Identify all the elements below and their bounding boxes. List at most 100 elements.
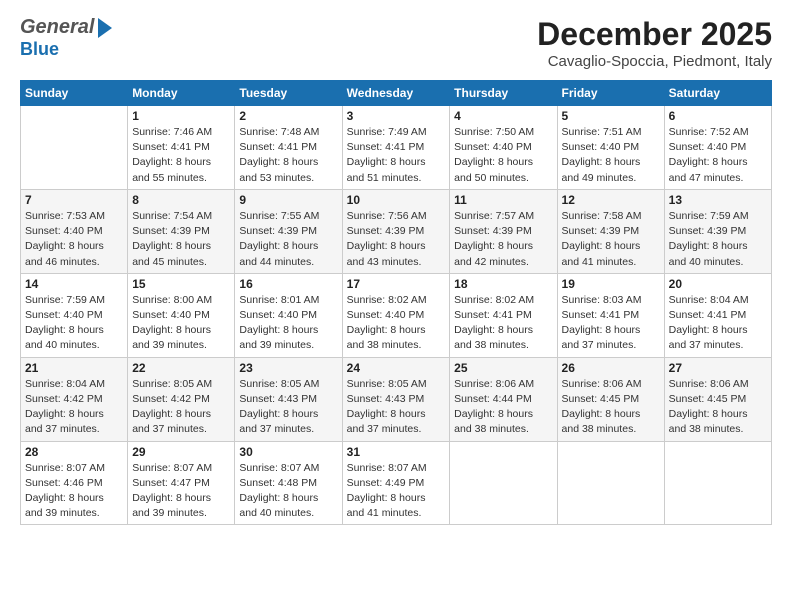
day-number: 9 <box>239 193 337 207</box>
weekday-header-tuesday: Tuesday <box>235 81 342 106</box>
day-number: 15 <box>132 277 230 291</box>
day-cell: 8 Sunrise: 7:54 AMSunset: 4:39 PMDaylight… <box>128 189 235 273</box>
day-number: 20 <box>669 277 767 291</box>
day-number: 30 <box>239 445 337 459</box>
day-cell: 5 Sunrise: 7:51 AMSunset: 4:40 PMDaylight… <box>557 106 664 190</box>
day-info: Sunrise: 7:50 AMSunset: 4:40 PMDaylight:… <box>454 125 552 186</box>
weekday-header-row: SundayMondayTuesdayWednesdayThursdayFrid… <box>21 81 772 106</box>
day-number: 22 <box>132 361 230 375</box>
day-cell <box>21 106 128 190</box>
location: Cavaglio-Spoccia, Piedmont, Italy <box>537 53 772 70</box>
weekday-header-friday: Friday <box>557 81 664 106</box>
day-cell: 30 Sunrise: 8:07 AMSunset: 4:48 PMDayligh… <box>235 441 342 525</box>
week-row-2: 7 Sunrise: 7:53 AMSunset: 4:40 PMDaylight… <box>21 189 772 273</box>
day-number: 5 <box>562 109 660 123</box>
day-cell: 25 Sunrise: 8:06 AMSunset: 4:44 PMDayligh… <box>450 357 557 441</box>
weekday-header-saturday: Saturday <box>664 81 771 106</box>
day-info: Sunrise: 8:07 AMSunset: 4:47 PMDaylight:… <box>132 461 230 522</box>
day-cell: 19 Sunrise: 8:03 AMSunset: 4:41 PMDayligh… <box>557 273 664 357</box>
page: General Blue December 2025 Cavaglio-Spoc… <box>0 0 792 612</box>
day-number: 6 <box>669 109 767 123</box>
logo: General Blue <box>20 16 112 60</box>
day-cell: 12 Sunrise: 7:58 AMSunset: 4:39 PMDayligh… <box>557 189 664 273</box>
day-cell: 9 Sunrise: 7:55 AMSunset: 4:39 PMDaylight… <box>235 189 342 273</box>
day-cell: 24 Sunrise: 8:05 AMSunset: 4:43 PMDayligh… <box>342 357 450 441</box>
day-cell: 14 Sunrise: 7:59 AMSunset: 4:40 PMDayligh… <box>21 273 128 357</box>
day-cell: 11 Sunrise: 7:57 AMSunset: 4:39 PMDayligh… <box>450 189 557 273</box>
day-info: Sunrise: 7:56 AMSunset: 4:39 PMDaylight:… <box>347 209 446 270</box>
day-info: Sunrise: 7:51 AMSunset: 4:40 PMDaylight:… <box>562 125 660 186</box>
week-row-3: 14 Sunrise: 7:59 AMSunset: 4:40 PMDayligh… <box>21 273 772 357</box>
day-number: 24 <box>347 361 446 375</box>
month-title: December 2025 <box>537 16 772 53</box>
day-info: Sunrise: 7:57 AMSunset: 4:39 PMDaylight:… <box>454 209 552 270</box>
header: General Blue December 2025 Cavaglio-Spoc… <box>20 16 772 70</box>
day-number: 2 <box>239 109 337 123</box>
day-cell: 29 Sunrise: 8:07 AMSunset: 4:47 PMDayligh… <box>128 441 235 525</box>
day-info: Sunrise: 7:55 AMSunset: 4:39 PMDaylight:… <box>239 209 337 270</box>
day-number: 18 <box>454 277 552 291</box>
day-info: Sunrise: 8:06 AMSunset: 4:45 PMDaylight:… <box>669 377 767 438</box>
day-number: 17 <box>347 277 446 291</box>
day-number: 11 <box>454 193 552 207</box>
day-info: Sunrise: 8:06 AMSunset: 4:45 PMDaylight:… <box>562 377 660 438</box>
day-number: 31 <box>347 445 446 459</box>
day-number: 28 <box>25 445 123 459</box>
day-info: Sunrise: 8:07 AMSunset: 4:46 PMDaylight:… <box>25 461 123 522</box>
day-info: Sunrise: 8:07 AMSunset: 4:48 PMDaylight:… <box>239 461 337 522</box>
day-number: 10 <box>347 193 446 207</box>
day-cell: 27Sunrise: 8:06 AMSunset: 4:45 PMDayligh… <box>664 357 771 441</box>
logo-blue-text: Blue <box>20 39 59 60</box>
day-info: Sunrise: 7:52 AMSunset: 4:40 PMDaylight:… <box>669 125 767 186</box>
day-cell <box>450 441 557 525</box>
day-info: Sunrise: 8:02 AMSunset: 4:40 PMDaylight:… <box>347 293 446 354</box>
day-cell: 26Sunrise: 8:06 AMSunset: 4:45 PMDayligh… <box>557 357 664 441</box>
day-info: Sunrise: 7:59 AMSunset: 4:39 PMDaylight:… <box>669 209 767 270</box>
day-cell: 6 Sunrise: 7:52 AMSunset: 4:40 PMDaylight… <box>664 106 771 190</box>
day-cell: 2Sunrise: 7:48 AMSunset: 4:41 PMDaylight… <box>235 106 342 190</box>
week-row-4: 21 Sunrise: 8:04 AMSunset: 4:42 PMDayligh… <box>21 357 772 441</box>
day-number: 25 <box>454 361 552 375</box>
day-cell: 20 Sunrise: 8:04 AMSunset: 4:41 PMDayligh… <box>664 273 771 357</box>
day-number: 16 <box>239 277 337 291</box>
day-info: Sunrise: 7:49 AMSunset: 4:41 PMDaylight:… <box>347 125 446 186</box>
day-cell: 21 Sunrise: 8:04 AMSunset: 4:42 PMDayligh… <box>21 357 128 441</box>
day-info: Sunrise: 7:59 AMSunset: 4:40 PMDaylight:… <box>25 293 123 354</box>
day-cell: 22 Sunrise: 8:05 AMSunset: 4:42 PMDayligh… <box>128 357 235 441</box>
day-number: 14 <box>25 277 123 291</box>
day-cell: 18 Sunrise: 8:02 AMSunset: 4:41 PMDayligh… <box>450 273 557 357</box>
day-cell: 13Sunrise: 7:59 AMSunset: 4:39 PMDayligh… <box>664 189 771 273</box>
day-number: 29 <box>132 445 230 459</box>
day-info: Sunrise: 8:05 AMSunset: 4:42 PMDaylight:… <box>132 377 230 438</box>
day-info: Sunrise: 8:05 AMSunset: 4:43 PMDaylight:… <box>347 377 446 438</box>
day-info: Sunrise: 8:05 AMSunset: 4:43 PMDaylight:… <box>239 377 337 438</box>
day-info: Sunrise: 8:06 AMSunset: 4:44 PMDaylight:… <box>454 377 552 438</box>
day-cell: 16 Sunrise: 8:01 AMSunset: 4:40 PMDayligh… <box>235 273 342 357</box>
day-number: 8 <box>132 193 230 207</box>
weekday-header-sunday: Sunday <box>21 81 128 106</box>
logo-general-text: General <box>20 16 94 39</box>
day-info: Sunrise: 7:46 AMSunset: 4:41 PMDaylight:… <box>132 125 230 186</box>
day-info: Sunrise: 8:00 AMSunset: 4:40 PMDaylight:… <box>132 293 230 354</box>
day-number: 1 <box>132 109 230 123</box>
day-info: Sunrise: 8:01 AMSunset: 4:40 PMDaylight:… <box>239 293 337 354</box>
day-cell: 10 Sunrise: 7:56 AMSunset: 4:39 PMDayligh… <box>342 189 450 273</box>
day-info: Sunrise: 8:07 AMSunset: 4:49 PMDaylight:… <box>347 461 446 522</box>
week-row-1: 1 Sunrise: 7:46 AMSunset: 4:41 PMDaylight… <box>21 106 772 190</box>
day-info: Sunrise: 7:53 AMSunset: 4:40 PMDaylight:… <box>25 209 123 270</box>
day-number: 4 <box>454 109 552 123</box>
day-info: Sunrise: 8:02 AMSunset: 4:41 PMDaylight:… <box>454 293 552 354</box>
day-info: Sunrise: 8:03 AMSunset: 4:41 PMDaylight:… <box>562 293 660 354</box>
day-info: Sunrise: 7:54 AMSunset: 4:39 PMDaylight:… <box>132 209 230 270</box>
day-number: 3 <box>347 109 446 123</box>
day-number: 7 <box>25 193 123 207</box>
day-info: Sunrise: 8:04 AMSunset: 4:41 PMDaylight:… <box>669 293 767 354</box>
weekday-header-thursday: Thursday <box>450 81 557 106</box>
day-cell: 15 Sunrise: 8:00 AMSunset: 4:40 PMDayligh… <box>128 273 235 357</box>
day-number: 12 <box>562 193 660 207</box>
day-info: Sunrise: 8:04 AMSunset: 4:42 PMDaylight:… <box>25 377 123 438</box>
day-number: 21 <box>25 361 123 375</box>
day-number: 19 <box>562 277 660 291</box>
day-info: Sunrise: 7:58 AMSunset: 4:39 PMDaylight:… <box>562 209 660 270</box>
day-cell: 1 Sunrise: 7:46 AMSunset: 4:41 PMDaylight… <box>128 106 235 190</box>
